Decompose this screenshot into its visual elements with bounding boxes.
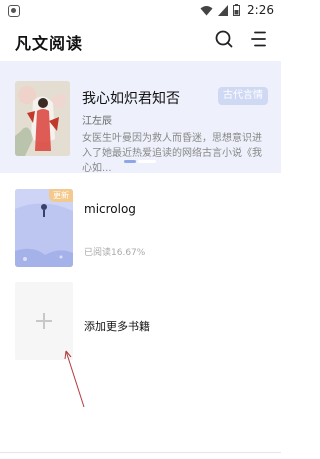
shelf-book-item[interactable]: 更新 microlog 已阅读16.67%	[0, 189, 281, 269]
cover-illustration	[15, 81, 70, 156]
featured-book-title[interactable]: 我心如炽君知否	[82, 88, 180, 108]
app-notification-icon	[8, 5, 20, 17]
update-badge: 更新	[49, 189, 73, 202]
pointer-arrow-annotation	[64, 350, 85, 408]
status-time: 2:26	[247, 3, 274, 17]
add-books-item[interactable]: 添加更多书籍	[0, 282, 281, 362]
plus-icon-vertical	[43, 313, 45, 329]
app-header: 凡文阅读	[0, 26, 281, 56]
add-books-label[interactable]: 添加更多书籍	[84, 318, 150, 334]
genre-tag: 古代言情	[218, 87, 268, 105]
featured-book-banner[interactable]: 我心如炽君知否 古代言情 江左辰 女医生叶曼因为救人而昏迷，思想意识进入了她最近…	[0, 61, 281, 174]
status-icons	[200, 4, 240, 16]
search-icon[interactable]	[214, 29, 234, 49]
signal-icon	[218, 4, 228, 16]
menu-icon[interactable]	[247, 29, 267, 49]
page-title: 凡文阅读	[15, 34, 84, 53]
bottom-divider	[0, 452, 281, 453]
battery-icon	[233, 4, 240, 16]
book-name[interactable]: microlog	[84, 202, 136, 216]
reading-progress: 已阅读16.67%	[84, 248, 146, 258]
carousel-dot-active	[124, 160, 136, 163]
book-thumbnail[interactable]: 更新	[15, 189, 73, 267]
featured-book-author: 江左辰	[82, 116, 112, 127]
featured-book-summary: 女医生叶曼因为救人而昏迷，思想意识进入了她最近热爱追读的网络古言小说《我心如..…	[82, 133, 262, 174]
carousel-dot	[138, 160, 156, 163]
status-bar: 2:26	[0, 0, 281, 22]
wifi-icon	[200, 5, 213, 15]
book-cover[interactable]	[15, 81, 70, 156]
